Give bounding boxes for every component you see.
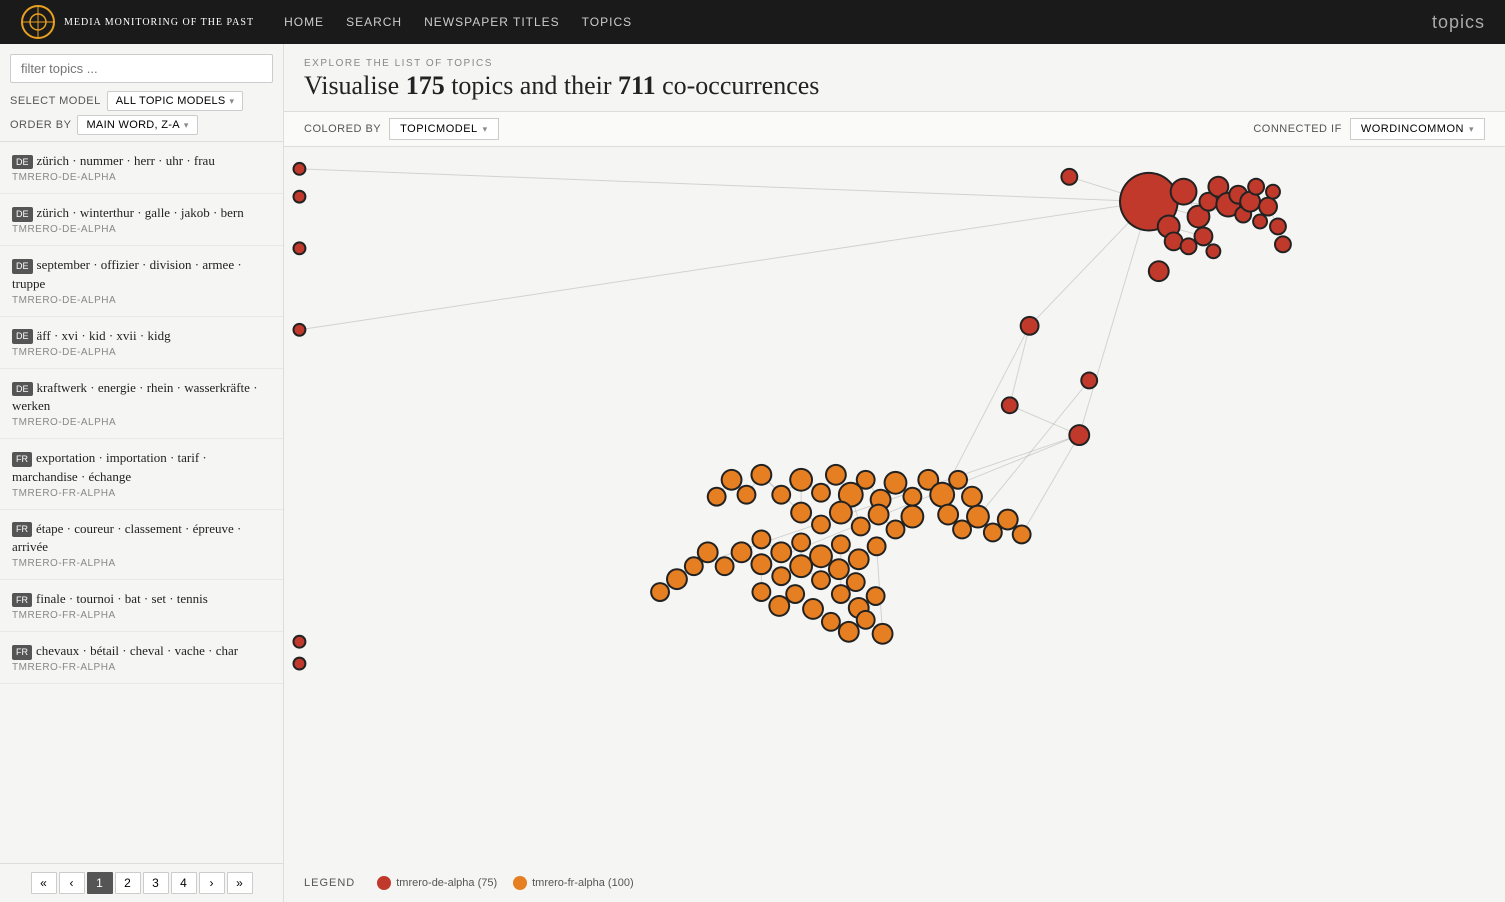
chevron-down-icon: ▾ <box>184 120 189 131</box>
colored-by-value: TOPICMODEL <box>400 123 478 135</box>
legend-text-fr: tmrero-fr-alpha (100) <box>532 877 633 889</box>
topic-item[interactable]: FRexportation · importation · tarif · ma… <box>0 439 283 509</box>
lang-badge: FR <box>12 452 32 467</box>
lang-badge: FR <box>12 645 32 660</box>
main-title: Visualise 175 topics and their 711 co-oc… <box>284 71 1505 111</box>
lang-badge: DE <box>12 155 33 170</box>
topic-words: FRfinale · tournoi · bat · set · tennis <box>12 590 271 608</box>
topic-item[interactable]: FRchevaux · bétail · cheval · vache · ch… <box>0 632 283 684</box>
topic-words: FRexportation · importation · tarif · ma… <box>12 449 271 485</box>
page-button[interactable]: 2 <box>115 872 141 894</box>
select-model-dropdown[interactable]: ALL TOPIC MODELS ▾ <box>107 91 244 111</box>
main-layout: SELECT MODEL ALL TOPIC MODELS ▾ ORDER BY… <box>0 44 1505 902</box>
connected-if-label: CONNECTED IF <box>1253 123 1342 135</box>
nav-topics[interactable]: TOPICS <box>582 15 632 29</box>
topic-item[interactable]: FRfinale · tournoi · bat · set · tennis … <box>0 580 283 632</box>
topic-words: DEzürich · winterthur · galle · jakob · … <box>12 204 271 222</box>
colored-by-dropdown[interactable]: TOPICMODEL ▾ <box>389 118 499 140</box>
topic-item[interactable]: FRétape · coureur · classement · épreuve… <box>0 510 283 580</box>
graph-area: LEGEND tmrero-de-alpha (75) tmrero-fr-al… <box>284 147 1505 902</box>
topic-model-tag: TMRERO-FR-ALPHA <box>12 662 271 673</box>
select-model-value: ALL TOPIC MODELS <box>116 95 226 107</box>
viz-header: COLORED BY TOPICMODEL ▾ CONNECTED IF WOR… <box>284 111 1505 147</box>
legend-item-fr: tmrero-fr-alpha (100) <box>513 876 633 890</box>
brand: Media Monitoring of the Past <box>20 4 254 40</box>
topic-model-tag: TMRERO-DE-ALPHA <box>12 172 271 183</box>
page-button[interactable]: » <box>227 872 253 894</box>
topic-item[interactable]: DEzürich · winterthur · galle · jakob · … <box>0 194 283 246</box>
lang-badge: DE <box>12 329 33 344</box>
order-by-row: ORDER BY MAIN WORD, Z-A ▾ <box>10 115 273 135</box>
lang-badge: FR <box>12 593 32 608</box>
lang-badge: DE <box>12 259 33 274</box>
order-by-label: ORDER BY <box>10 119 71 131</box>
topic-words: FRétape · coureur · classement · épreuve… <box>12 520 271 556</box>
nav-search[interactable]: SEARCH <box>346 15 402 29</box>
page-button[interactable]: › <box>199 872 225 894</box>
topic-model-tag: TMRERO-FR-ALPHA <box>12 488 271 499</box>
viz-header-right: CONNECTED IF WORDINCOMMON ▾ <box>1253 118 1485 140</box>
navbar: Media Monitoring of the Past HOME SEARCH… <box>0 0 1505 44</box>
brand-logo-icon <box>20 4 56 40</box>
chevron-down-icon: ▾ <box>1469 124 1474 135</box>
order-by-value: MAIN WORD, Z-A <box>86 119 179 131</box>
page-button[interactable]: 1 <box>87 872 113 894</box>
main-content: EXPLORE THE LIST OF TOPICS Visualise 175… <box>284 44 1505 902</box>
topic-model-tag: TMRERO-DE-ALPHA <box>12 347 271 358</box>
page-button[interactable]: 3 <box>143 872 169 894</box>
topic-words: DEseptember · offizier · division · arme… <box>12 256 271 292</box>
select-model-row: SELECT MODEL ALL TOPIC MODELS ▾ <box>10 91 273 111</box>
topic-words: DEkraftwerk · energie · rhein · wasserkr… <box>12 379 271 415</box>
lang-badge: FR <box>12 522 32 537</box>
pagination: «‹1234›» <box>0 863 283 902</box>
page-button[interactable]: « <box>31 872 57 894</box>
connected-if-value: WORDINCOMMON <box>1361 123 1464 135</box>
lang-badge: DE <box>12 207 33 222</box>
filter-topics-input[interactable] <box>10 54 273 83</box>
topic-model-tag: TMRERO-DE-ALPHA <box>12 417 271 428</box>
page-button[interactable]: ‹ <box>59 872 85 894</box>
nav-newspaper-titles[interactable]: NEWSPAPER TITLES <box>424 15 560 29</box>
select-model-label: SELECT MODEL <box>10 95 101 107</box>
topic-words: DEäff · xvi · kid · xvii · kidg <box>12 327 271 345</box>
graph-svg <box>284 147 1505 902</box>
chevron-down-icon: ▾ <box>230 96 235 107</box>
lang-badge: DE <box>12 382 33 397</box>
explore-label: EXPLORE THE LIST OF TOPICS <box>284 44 1505 71</box>
topic-item[interactable]: DEkraftwerk · energie · rhein · wasserkr… <box>0 369 283 439</box>
colored-by-label: COLORED BY <box>304 123 381 135</box>
topic-words: DEzürich · nummer · herr · uhr · frau <box>12 152 271 170</box>
brand-text: Media Monitoring of the Past <box>64 17 254 28</box>
topic-model-tag: TMRERO-DE-ALPHA <box>12 224 271 235</box>
sidebar-controls: SELECT MODEL ALL TOPIC MODELS ▾ ORDER BY… <box>0 44 283 142</box>
legend-label: LEGEND <box>304 877 355 889</box>
legend-text-de: tmrero-de-alpha (75) <box>396 877 497 889</box>
topic-model-tag: TMRERO-FR-ALPHA <box>12 558 271 569</box>
page-title: topics <box>1432 12 1485 33</box>
nav-home[interactable]: HOME <box>284 15 324 29</box>
legend: LEGEND tmrero-de-alpha (75) tmrero-fr-al… <box>304 876 634 890</box>
topic-item[interactable]: DEäff · xvi · kid · xvii · kidg TMRERO-D… <box>0 317 283 369</box>
sidebar: SELECT MODEL ALL TOPIC MODELS ▾ ORDER BY… <box>0 44 284 902</box>
topic-item[interactable]: DEseptember · offizier · division · arme… <box>0 246 283 316</box>
nav-links: HOME SEARCH NEWSPAPER TITLES TOPICS <box>284 15 1402 29</box>
legend-dot-fr <box>513 876 527 890</box>
page-button[interactable]: 4 <box>171 872 197 894</box>
topic-model-tag: TMRERO-DE-ALPHA <box>12 295 271 306</box>
topic-model-tag: TMRERO-FR-ALPHA <box>12 610 271 621</box>
topic-item[interactable]: DEzürich · nummer · herr · uhr · frau TM… <box>0 142 283 194</box>
legend-dot-de <box>377 876 391 890</box>
topic-words: FRchevaux · bétail · cheval · vache · ch… <box>12 642 271 660</box>
connected-if-dropdown[interactable]: WORDINCOMMON ▾ <box>1350 118 1485 140</box>
topic-list: DEzürich · nummer · herr · uhr · frau TM… <box>0 142 283 863</box>
chevron-down-icon: ▾ <box>483 124 488 135</box>
order-by-dropdown[interactable]: MAIN WORD, Z-A ▾ <box>77 115 197 135</box>
legend-item-de: tmrero-de-alpha (75) <box>377 876 497 890</box>
